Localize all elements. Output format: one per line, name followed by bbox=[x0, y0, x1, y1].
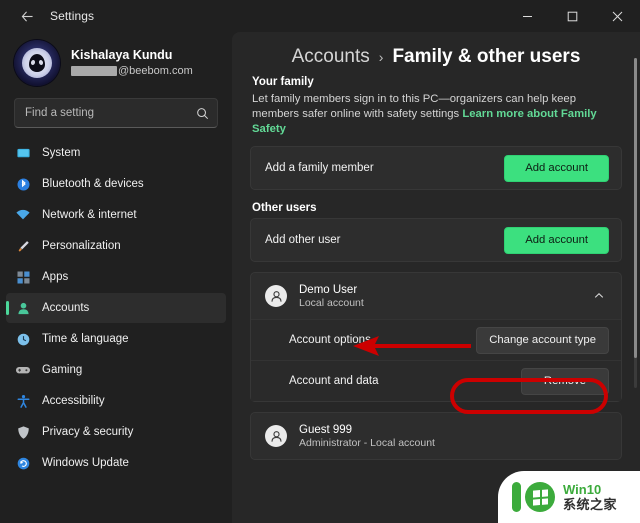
other-users-heading: Other users bbox=[252, 202, 317, 214]
clock-icon bbox=[14, 330, 32, 348]
settings-window: Settings Kishalaya Kundu @beebom.com Fin… bbox=[0, 0, 640, 523]
sidebar-nav: System Bluetooth & devices Network & int… bbox=[0, 138, 232, 523]
close-button[interactable] bbox=[595, 0, 640, 32]
update-icon bbox=[14, 454, 32, 472]
sidebar-label: System bbox=[42, 147, 81, 159]
breadcrumb-root[interactable]: Accounts bbox=[292, 46, 370, 68]
minimize-icon bbox=[523, 15, 532, 17]
window-title: Settings bbox=[50, 9, 95, 23]
add-family-account-button[interactable]: Add account bbox=[504, 154, 609, 182]
breadcrumb: Accounts › Family & other users bbox=[250, 32, 622, 74]
paintbrush-icon bbox=[14, 237, 32, 255]
add-family-member-label: Add a family member bbox=[265, 162, 374, 174]
user-info: Guest 999 Administrator - Local account bbox=[299, 423, 609, 450]
maximize-icon bbox=[567, 11, 578, 21]
guest-user-card: Guest 999 Administrator - Local account bbox=[250, 412, 622, 460]
user-subtitle: Administrator - Local account bbox=[299, 436, 435, 449]
shield-icon bbox=[14, 423, 32, 441]
monitor-icon bbox=[14, 144, 32, 162]
wifi-icon bbox=[14, 206, 32, 224]
account-and-data-row: Account and data Remove bbox=[251, 360, 621, 401]
back-button[interactable] bbox=[10, 3, 44, 29]
bluetooth-icon bbox=[14, 175, 32, 193]
search-container bbox=[0, 94, 232, 138]
page-title: Family & other users bbox=[392, 46, 581, 67]
sidebar-label: Network & internet bbox=[42, 209, 137, 221]
window-controls bbox=[505, 0, 640, 32]
add-family-member-row: Add a family member Add account bbox=[251, 147, 621, 189]
watermark: Win10 系统之家 bbox=[498, 471, 640, 523]
sidebar-item-accounts[interactable]: Accounts bbox=[6, 293, 226, 323]
account-profile[interactable]: Kishalaya Kundu @beebom.com bbox=[0, 36, 232, 94]
account-and-data-label: Account and data bbox=[289, 375, 379, 387]
windows-flag-badge-icon bbox=[525, 482, 555, 512]
user-info: Demo User Local account bbox=[299, 283, 589, 310]
user-expander-demo-user[interactable]: Demo User Local account bbox=[251, 273, 621, 319]
user-subtitle: Local account bbox=[299, 296, 364, 309]
redacted-email-prefix bbox=[71, 66, 117, 76]
your-family-heading: Your family bbox=[252, 76, 314, 88]
user-expander-guest-999[interactable]: Guest 999 Administrator - Local account bbox=[251, 413, 621, 459]
close-icon bbox=[612, 11, 623, 21]
sidebar-item-personalization[interactable]: Personalization bbox=[6, 231, 226, 261]
person-icon bbox=[14, 299, 32, 317]
sidebar-item-apps[interactable]: Apps bbox=[6, 262, 226, 292]
watermark-brand-cn: 系统之家 bbox=[563, 497, 618, 513]
minimize-button[interactable] bbox=[505, 0, 550, 32]
user-avatar-icon bbox=[265, 285, 287, 307]
sidebar-label: Privacy & security bbox=[42, 426, 134, 438]
sidebar-label: Time & language bbox=[42, 333, 129, 345]
win10-home-logo-icon bbox=[512, 482, 521, 512]
sidebar: Kishalaya Kundu @beebom.com Find a setti… bbox=[0, 32, 232, 523]
search-input[interactable] bbox=[25, 107, 196, 119]
sidebar-item-bluetooth-devices[interactable]: Bluetooth & devices bbox=[6, 169, 226, 199]
title-bar: Settings bbox=[0, 0, 640, 32]
sidebar-item-gaming[interactable]: Gaming bbox=[6, 355, 226, 385]
search-box[interactable] bbox=[14, 98, 218, 128]
add-other-account-button[interactable]: Add account bbox=[504, 226, 609, 254]
alien-avatar-icon bbox=[14, 40, 60, 86]
account-email-domain: @beebom.com bbox=[118, 65, 193, 77]
sidebar-item-system[interactable]: System bbox=[6, 138, 226, 168]
accessibility-icon bbox=[14, 392, 32, 410]
sidebar-label: Apps bbox=[42, 271, 69, 283]
sidebar-label: Personalization bbox=[42, 240, 121, 252]
watermark-brand-en: Win10 bbox=[563, 481, 602, 497]
your-family-description: Let family members sign in to this PC—or… bbox=[252, 92, 622, 137]
sidebar-label: Accounts bbox=[42, 302, 90, 314]
sidebar-item-windows-update[interactable]: Windows Update bbox=[6, 448, 226, 478]
sidebar-label: Gaming bbox=[42, 364, 83, 376]
scrollbar-thumb[interactable] bbox=[634, 58, 637, 358]
sidebar-label: Bluetooth & devices bbox=[42, 178, 144, 190]
watermark-text: Win10 系统之家 bbox=[563, 483, 617, 512]
add-family-member-card: Add a family member Add account bbox=[250, 146, 622, 190]
account-options-label: Account options bbox=[289, 334, 371, 346]
gamepad-icon bbox=[14, 361, 32, 379]
search-icon bbox=[196, 107, 209, 120]
sidebar-item-time-language[interactable]: Time & language bbox=[6, 324, 226, 354]
chevron-right-icon: › bbox=[378, 49, 384, 65]
chevron-up-icon[interactable] bbox=[589, 286, 609, 306]
remove-account-button[interactable]: Remove bbox=[520, 367, 609, 395]
sidebar-label: Windows Update bbox=[42, 457, 129, 469]
add-other-user-card: Add other user Add account bbox=[250, 218, 622, 262]
account-options-row: Account options Change account type bbox=[251, 319, 621, 360]
user-name: Guest 999 bbox=[299, 423, 353, 436]
apps-icon bbox=[14, 268, 32, 286]
account-name: Kishalaya Kundu bbox=[71, 48, 173, 62]
account-email: @beebom.com bbox=[71, 64, 193, 78]
demo-user-card: Demo User Local account Account options … bbox=[250, 272, 622, 402]
add-other-user-row: Add other user Add account bbox=[251, 219, 621, 261]
back-arrow-icon bbox=[21, 10, 33, 22]
sidebar-item-network-internet[interactable]: Network & internet bbox=[6, 200, 226, 230]
sidebar-item-privacy-security[interactable]: Privacy & security bbox=[6, 417, 226, 447]
user-avatar-icon bbox=[265, 425, 287, 447]
content-area: Accounts › Family & other users Your fam… bbox=[232, 32, 640, 523]
sidebar-item-accessibility[interactable]: Accessibility bbox=[6, 386, 226, 416]
maximize-button[interactable] bbox=[550, 0, 595, 32]
change-account-type-button[interactable]: Change account type bbox=[476, 326, 609, 354]
add-other-user-label: Add other user bbox=[265, 234, 341, 246]
user-name: Demo User bbox=[299, 283, 358, 296]
sidebar-label: Accessibility bbox=[42, 395, 105, 407]
